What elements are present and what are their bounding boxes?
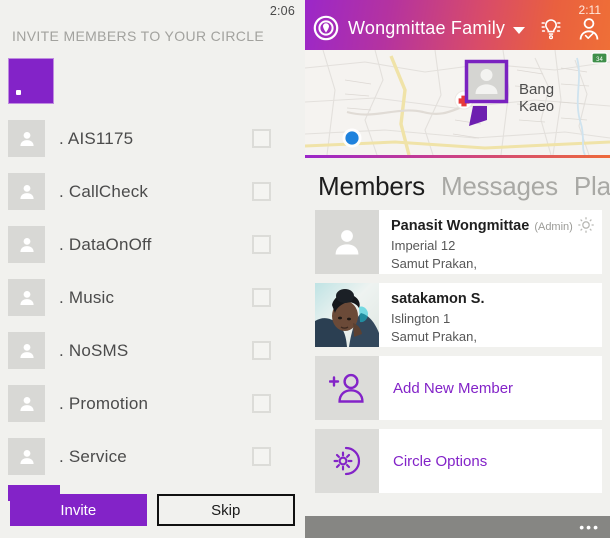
blue-location-dot-icon [342, 128, 362, 148]
scrolled-list-item-stub[interactable] [8, 58, 54, 104]
invite-button[interactable]: Invite [10, 494, 147, 526]
contact-name: . NoSMS [59, 340, 129, 360]
person-icon [8, 226, 45, 263]
add-person-icon [315, 356, 379, 420]
member-info: Panasit Wongmittae (Admin) Imperial 12 Sa… [379, 210, 602, 274]
member-name: Panasit Wongmittae [391, 218, 530, 234]
member-name: satakamon S. [391, 291, 485, 307]
avatar [315, 210, 379, 274]
invite-members-panel: 2:06 INVITE MEMBERS TO YOUR CIRCLE . AIS… [0, 0, 305, 538]
circle-members-panel: 2:11 Wongmittae Family 34 Bang Kaeo Memb… [305, 0, 610, 538]
person-icon [8, 332, 45, 369]
map-place-label-line1: Bang [519, 81, 554, 98]
skip-button[interactable]: Skip [156, 494, 295, 526]
circle-options-button[interactable]: Circle Options [315, 429, 602, 493]
contact-checkbox[interactable] [252, 129, 271, 148]
stub-dot-icon [16, 90, 21, 95]
person-icon [8, 438, 45, 475]
contact-name: . Service [59, 446, 127, 466]
svg-text:34: 34 [596, 57, 603, 63]
contact-checkbox[interactable] [252, 182, 271, 201]
contact-name: . Promotion [59, 393, 149, 413]
member-role: (Admin) [534, 221, 573, 233]
person-icon [8, 120, 45, 157]
tab-places[interactable]: Pla [574, 171, 610, 204]
member-cards: Panasit Wongmittae (Admin) Imperial 12 Sa… [305, 204, 610, 493]
person-icon [8, 385, 45, 422]
list-item[interactable]: . Promotion [0, 377, 305, 430]
header-row: Wongmittae Family [305, 10, 610, 46]
list-item[interactable]: . AIS1175 [0, 112, 305, 165]
left-status-clock: 2:06 [269, 4, 295, 18]
panic-alert-icon[interactable] [538, 14, 564, 42]
circle-title: Wongmittae Family [348, 17, 506, 38]
app-header: 2:11 Wongmittae Family [305, 0, 610, 50]
member-address-line1: Islington 1 [391, 311, 451, 326]
list-item[interactable]: . DataOnOff [0, 218, 305, 271]
map-place-label-line2: Kaeo [519, 98, 554, 115]
list-item[interactable]: . CallCheck [0, 165, 305, 218]
contact-name: . Music [59, 287, 115, 307]
person-icon [8, 279, 45, 316]
road-shield-icon: 34 [591, 52, 608, 64]
left-status-bar: 2:06 [0, 0, 305, 22]
contact-name: . DataOnOff [59, 234, 152, 254]
member-info: satakamon S. Islington 1 Samut Prakan, [379, 283, 602, 347]
list-item[interactable]: . NoSMS [0, 324, 305, 377]
tab-members[interactable]: Members [318, 171, 425, 204]
contact-list: . AIS1175 . CallCheck . DataOnOff . Musi… [0, 112, 305, 483]
contact-checkbox[interactable] [252, 447, 271, 466]
list-item[interactable]: . Music [0, 271, 305, 324]
circle-pin-logo-icon [313, 15, 339, 41]
app-screenshot: 2:06 INVITE MEMBERS TO YOUR CIRCLE . AIS… [0, 0, 610, 538]
member-address-line2: Samut Prakan, [391, 329, 477, 344]
member-address-line2: Samut Prakan, [391, 256, 477, 271]
member-card[interactable]: Panasit Wongmittae (Admin) Imperial 12 Sa… [315, 210, 602, 274]
person-check-icon[interactable] [576, 14, 602, 42]
tab-bar: Members Messages Pla [305, 158, 610, 204]
avatar [315, 283, 379, 347]
contact-checkbox[interactable] [252, 341, 271, 360]
add-new-member-button[interactable]: Add New Member [315, 356, 602, 420]
gear-icon[interactable] [577, 216, 595, 234]
contact-checkbox[interactable] [252, 288, 271, 307]
tab-messages[interactable]: Messages [441, 171, 558, 204]
contact-name: . AIS1175 [59, 128, 134, 148]
circle-options-label: Circle Options [393, 452, 488, 470]
list-item[interactable]: . Service [0, 430, 305, 483]
more-options-icon[interactable]: ••• [579, 520, 600, 534]
contact-name: . CallCheck [59, 181, 149, 201]
member-card[interactable]: satakamon S. Islington 1 Samut Prakan, [315, 283, 602, 347]
bottom-app-bar[interactable]: ••• [305, 516, 610, 538]
person-icon [8, 173, 45, 210]
chevron-down-icon[interactable] [513, 26, 526, 34]
contact-checkbox[interactable] [252, 394, 271, 413]
gear-circle-icon [315, 429, 379, 493]
member-address-line1: Imperial 12 [391, 238, 456, 253]
members-map[interactable]: 34 Bang Kaeo [305, 50, 610, 155]
invite-actions: Invite Skip [0, 494, 305, 526]
page-title: INVITE MEMBERS TO YOUR CIRCLE [12, 28, 265, 44]
add-new-member-label: Add New Member [393, 379, 514, 397]
contact-checkbox[interactable] [252, 235, 271, 254]
